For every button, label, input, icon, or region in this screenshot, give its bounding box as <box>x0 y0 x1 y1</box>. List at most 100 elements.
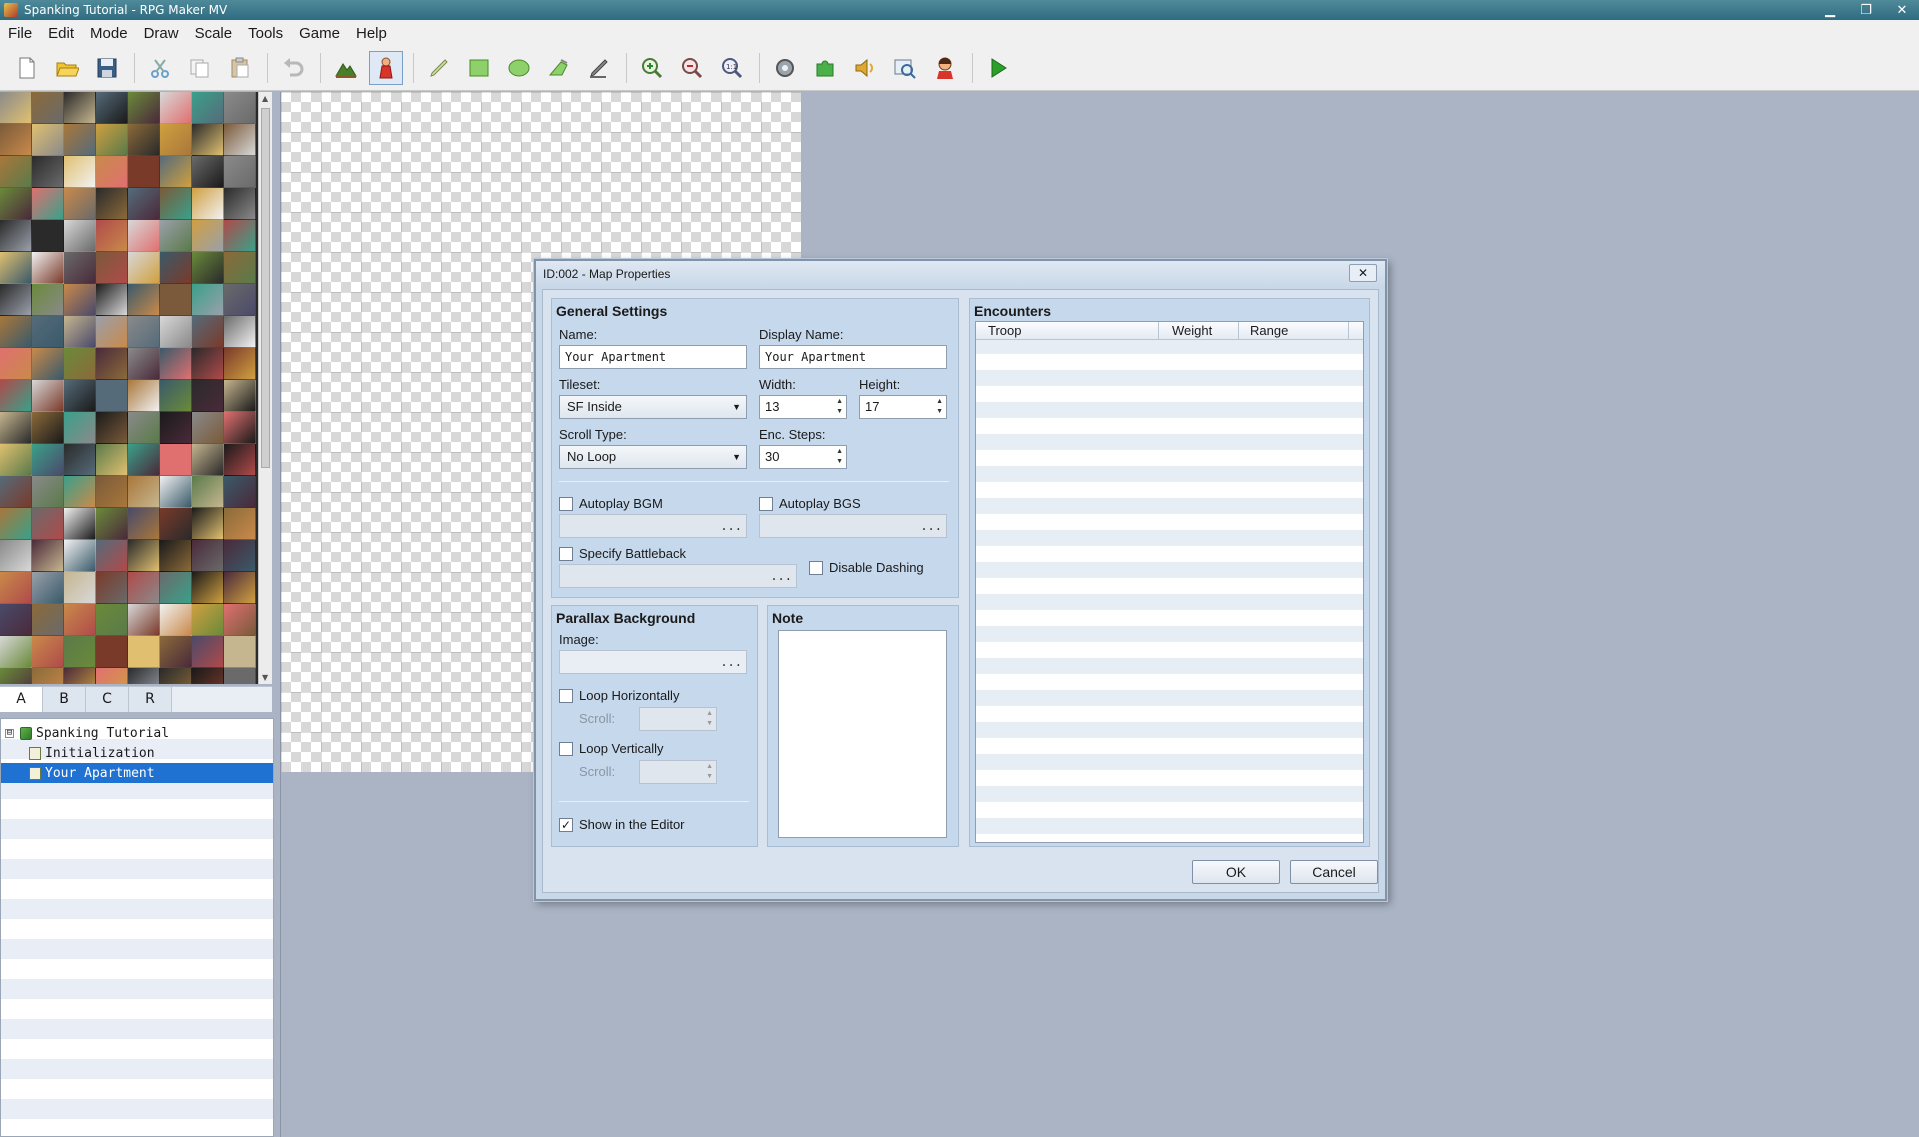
tile[interactable] <box>64 156 96 188</box>
tile[interactable] <box>96 92 128 124</box>
tab-r[interactable]: R <box>129 687 172 712</box>
tile[interactable] <box>128 636 160 668</box>
tile[interactable] <box>160 604 192 636</box>
tile[interactable] <box>128 92 160 124</box>
tile[interactable] <box>128 572 160 604</box>
shadow-pen-icon[interactable] <box>582 51 616 85</box>
tile[interactable] <box>64 636 96 668</box>
tile[interactable] <box>224 316 256 348</box>
tile[interactable] <box>96 156 128 188</box>
tile[interactable] <box>128 412 160 444</box>
tile[interactable] <box>224 412 256 444</box>
tile[interactable] <box>96 188 128 220</box>
tile[interactable] <box>128 252 160 284</box>
tile[interactable] <box>32 668 64 684</box>
tile[interactable] <box>128 316 160 348</box>
fill-icon[interactable] <box>542 51 576 85</box>
tile[interactable] <box>192 572 224 604</box>
tile[interactable] <box>0 156 32 188</box>
tile[interactable] <box>64 284 96 316</box>
tile[interactable] <box>96 316 128 348</box>
tile[interactable] <box>160 124 192 156</box>
minimize-icon[interactable]: ▁ <box>1819 3 1841 18</box>
checkbox-box[interactable] <box>559 741 573 756</box>
character-generator-icon[interactable] <box>928 51 962 85</box>
copy-icon[interactable] <box>183 51 217 85</box>
tile[interactable] <box>224 604 256 636</box>
tile[interactable] <box>96 444 128 476</box>
event-mode-icon[interactable] <box>369 51 403 85</box>
tile[interactable] <box>160 444 192 476</box>
tile[interactable] <box>224 508 256 540</box>
autoplay-bgm-checkbox[interactable]: Autoplay BGM <box>559 496 663 511</box>
tile[interactable] <box>0 220 32 252</box>
tab-b[interactable]: B <box>43 687 86 712</box>
tile[interactable] <box>224 156 256 188</box>
tile[interactable] <box>0 540 32 572</box>
tile[interactable] <box>96 412 128 444</box>
tile[interactable] <box>96 220 128 252</box>
tile[interactable] <box>64 220 96 252</box>
tile[interactable] <box>32 508 64 540</box>
tile[interactable] <box>224 380 256 412</box>
tab-c[interactable]: C <box>86 687 129 712</box>
tile[interactable] <box>0 348 32 380</box>
tile[interactable] <box>96 604 128 636</box>
pencil-icon[interactable] <box>422 51 456 85</box>
close-icon[interactable]: ✕ <box>1891 3 1913 18</box>
scroll-down-icon[interactable]: ▼ <box>262 673 268 682</box>
menu-draw[interactable]: Draw <box>136 25 187 42</box>
tile[interactable] <box>96 572 128 604</box>
autoplay-bgs-checkbox[interactable]: Autoplay BGS <box>759 496 861 511</box>
ellipse-icon[interactable] <box>502 51 536 85</box>
tile[interactable] <box>192 284 224 316</box>
scroll-type-select[interactable]: No Loop ▼ <box>559 445 747 469</box>
width-spinner[interactable]: 13 ▲ ▼ <box>759 395 847 419</box>
scroll-x-spinner[interactable]: ▲ ▼ <box>639 707 717 731</box>
menu-tools[interactable]: Tools <box>240 25 291 42</box>
tile[interactable] <box>224 444 256 476</box>
browse-ellipsis[interactable]: ... <box>770 565 792 587</box>
tile[interactable] <box>32 636 64 668</box>
tile[interactable] <box>192 252 224 284</box>
rectangle-icon[interactable] <box>462 51 496 85</box>
tile[interactable] <box>192 348 224 380</box>
checkbox-box[interactable] <box>559 688 573 703</box>
checkbox-box[interactable] <box>559 546 573 561</box>
tile[interactable] <box>32 604 64 636</box>
tile[interactable] <box>224 668 256 684</box>
spinner-arrows-icon[interactable]: ▲ ▼ <box>936 397 943 417</box>
specify-battleback-checkbox[interactable]: Specify Battleback <box>559 546 686 561</box>
tile[interactable] <box>192 156 224 188</box>
tile[interactable] <box>128 604 160 636</box>
tile[interactable] <box>0 380 32 412</box>
name-input[interactable]: Your Apartment <box>559 345 747 369</box>
note-textarea[interactable] <box>778 630 947 838</box>
close-icon[interactable]: ✕ <box>1349 264 1377 282</box>
tile[interactable] <box>128 156 160 188</box>
tile[interactable] <box>32 92 64 124</box>
tile[interactable] <box>160 252 192 284</box>
tile[interactable] <box>224 636 256 668</box>
loop-horizontally-checkbox[interactable]: Loop Horizontally <box>559 688 679 703</box>
tile[interactable] <box>160 316 192 348</box>
menu-mode[interactable]: Mode <box>82 25 136 42</box>
tile[interactable] <box>224 220 256 252</box>
tile[interactable] <box>192 476 224 508</box>
open-project-icon[interactable] <box>50 51 84 85</box>
map-mode-icon[interactable] <box>329 51 363 85</box>
spinner-arrows-icon[interactable]: ▲ ▼ <box>836 447 843 467</box>
column-troop[interactable]: Troop <box>988 323 1021 338</box>
tile[interactable] <box>32 316 64 348</box>
tile[interactable] <box>128 284 160 316</box>
tile[interactable] <box>64 252 96 284</box>
tile[interactable] <box>224 188 256 220</box>
tile[interactable] <box>32 540 64 572</box>
palette-scrollbar[interactable]: ▲ ▼ <box>258 92 272 684</box>
browse-ellipsis[interactable]: ... <box>720 515 742 537</box>
tile[interactable] <box>160 508 192 540</box>
tile[interactable] <box>160 476 192 508</box>
tile[interactable] <box>0 188 32 220</box>
menu-help[interactable]: Help <box>348 25 395 42</box>
tile[interactable] <box>64 572 96 604</box>
